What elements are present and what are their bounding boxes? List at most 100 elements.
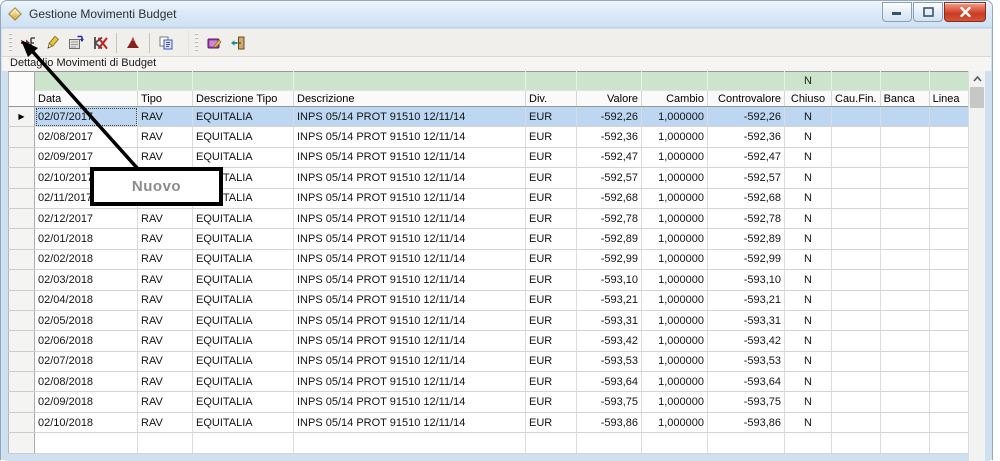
cell-tipo[interactable]: RAV [138, 229, 193, 249]
cell-chiuso[interactable]: N [785, 229, 832, 249]
table-row[interactable]: 02/05/2018RAVEQUITALIAINPS 05/14 PROT 91… [9, 310, 978, 330]
cell-chiuso[interactable]: N [785, 372, 832, 392]
cell-caufin[interactable] [832, 147, 881, 167]
table-row[interactable]: 02/08/2018RAVEQUITALIAINPS 05/14 PROT 91… [9, 372, 978, 392]
cell-chiuso[interactable]: N [785, 249, 832, 269]
cell-chiuso[interactable]: N [785, 412, 832, 432]
cell-cambio[interactable]: 1,000000 [642, 310, 708, 330]
cell-banca[interactable] [880, 127, 929, 147]
table-row[interactable]: 02/08/2017RAVEQUITALIAINPS 05/14 PROT 91… [9, 127, 978, 147]
cell-linea[interactable] [929, 290, 970, 310]
cell-data[interactable]: 02/12/2017 [35, 208, 138, 228]
cell-div[interactable]: EUR [526, 351, 577, 371]
cell-controvalore[interactable]: -593,10 [708, 270, 785, 290]
cell-valore[interactable]: -593,86 [577, 412, 642, 432]
cell-desc_tipo[interactable]: EQUITALIA [193, 208, 294, 228]
cell-tipo[interactable]: RAV [138, 290, 193, 310]
cell-tipo[interactable]: RAV [138, 249, 193, 269]
cell-valore[interactable]: -592,99 [577, 249, 642, 269]
row-selector[interactable] [9, 351, 35, 371]
cell-linea[interactable] [929, 188, 970, 208]
cell-banca[interactable] [880, 107, 929, 127]
cell-chiuso[interactable]: N [785, 351, 832, 371]
cell-tipo[interactable]: RAV [138, 310, 193, 330]
cell-descrizione[interactable]: INPS 05/14 PROT 91510 12/11/14 [294, 127, 526, 147]
cell-linea[interactable] [929, 412, 970, 432]
cell-desc_tipo[interactable]: EQUITALIA [193, 127, 294, 147]
cell-banca[interactable] [880, 331, 929, 351]
filter-cell-chiuso[interactable]: N [785, 72, 832, 91]
cell-data[interactable]: 02/03/2018 [35, 270, 138, 290]
cell-descrizione[interactable]: INPS 05/14 PROT 91510 12/11/14 [294, 351, 526, 371]
cell-chiuso[interactable]: N [785, 331, 832, 351]
cell-tipo[interactable]: RAV [138, 147, 193, 167]
cell-banca[interactable] [880, 351, 929, 371]
cell-linea[interactable] [929, 107, 970, 127]
toolbar-gripper[interactable] [8, 33, 12, 53]
cell-valore[interactable]: -592,26 [577, 107, 642, 127]
cell-valore[interactable]: -593,53 [577, 351, 642, 371]
cell-banca[interactable] [880, 249, 929, 269]
cell-cambio[interactable]: 1,000000 [642, 147, 708, 167]
properties-button[interactable] [64, 31, 88, 54]
cell-chiuso[interactable]: N [785, 392, 832, 412]
column-header-tipo[interactable]: Tipo [138, 91, 193, 107]
cell-descrizione[interactable]: INPS 05/14 PROT 91510 12/11/14 [294, 229, 526, 249]
cell-data[interactable]: 02/08/2017 [35, 127, 138, 147]
cell-linea[interactable] [929, 229, 970, 249]
cell-desc_tipo[interactable]: EQUITALIA [193, 372, 294, 392]
cell-desc_tipo[interactable]: EQUITALIA [193, 412, 294, 432]
filter-cell-desc_tipo[interactable] [193, 72, 294, 91]
maximize-button[interactable] [913, 2, 943, 22]
cell-descrizione[interactable]: INPS 05/14 PROT 91510 12/11/14 [294, 310, 526, 330]
cell-valore[interactable]: -593,75 [577, 392, 642, 412]
cell-caufin[interactable] [832, 249, 881, 269]
table-row[interactable]: 02/09/2017RAVEQUITALIAINPS 05/14 PROT 91… [9, 147, 978, 167]
filter-cell-div[interactable] [526, 72, 577, 91]
row-selector[interactable] [9, 229, 35, 249]
cell-tipo[interactable]: RAV [138, 208, 193, 228]
column-header-banca[interactable]: Banca [880, 91, 929, 107]
cell-div[interactable]: EUR [526, 188, 577, 208]
cell-controvalore[interactable]: -592,68 [708, 188, 785, 208]
row-selector[interactable] [9, 331, 35, 351]
cell-controvalore[interactable]: -593,86 [708, 412, 785, 432]
row-selector[interactable] [9, 310, 35, 330]
cell-caufin[interactable] [832, 208, 881, 228]
cell-chiuso[interactable]: N [785, 188, 832, 208]
cell-caufin[interactable] [832, 127, 881, 147]
vertical-scrollbar[interactable] [968, 71, 985, 461]
filter-cell-valore[interactable] [577, 72, 642, 91]
cell-linea[interactable] [929, 310, 970, 330]
table-row[interactable]: 02/07/2018RAVEQUITALIAINPS 05/14 PROT 91… [9, 351, 978, 371]
cell-cambio[interactable]: 1,000000 [642, 249, 708, 269]
cell-cambio[interactable]: 1,000000 [642, 412, 708, 432]
select-all-corner[interactable] [9, 72, 35, 107]
cell-chiuso[interactable]: N [785, 147, 832, 167]
cell-descrizione[interactable]: INPS 05/14 PROT 91510 12/11/14 [294, 392, 526, 412]
cell-controvalore[interactable]: -592,26 [708, 107, 785, 127]
cell-valore[interactable]: -592,68 [577, 188, 642, 208]
row-selector[interactable] [9, 270, 35, 290]
table-row[interactable]: 02/01/2018RAVEQUITALIAINPS 05/14 PROT 91… [9, 229, 978, 249]
cell-controvalore[interactable]: -592,36 [708, 127, 785, 147]
cell-descrizione[interactable]: INPS 05/14 PROT 91510 12/11/14 [294, 168, 526, 188]
column-header-chiuso[interactable]: Chiuso [785, 91, 832, 107]
cell-div[interactable]: EUR [526, 168, 577, 188]
filter-cell-descrizione[interactable] [294, 72, 526, 91]
cell-caufin[interactable] [832, 188, 881, 208]
cell-banca[interactable] [880, 412, 929, 432]
scroll-up-button[interactable] [969, 71, 985, 87]
column-header-controvalore[interactable]: Controvalore [708, 91, 785, 107]
filter-cell-linea[interactable] [929, 72, 970, 91]
cell-data[interactable]: 02/07/2017 [35, 107, 138, 127]
cell-descrizione[interactable]: INPS 05/14 PROT 91510 12/11/14 [294, 249, 526, 269]
cell-desc_tipo[interactable]: EQUITALIA [193, 270, 294, 290]
row-selector[interactable] [9, 208, 35, 228]
cell-desc_tipo[interactable]: EQUITALIA [193, 290, 294, 310]
cell-controvalore[interactable]: -593,31 [708, 310, 785, 330]
row-selector[interactable] [9, 412, 35, 432]
column-header-valore[interactable]: Valore [577, 91, 642, 107]
cell-caufin[interactable] [832, 372, 881, 392]
cell-cambio[interactable]: 1,000000 [642, 188, 708, 208]
